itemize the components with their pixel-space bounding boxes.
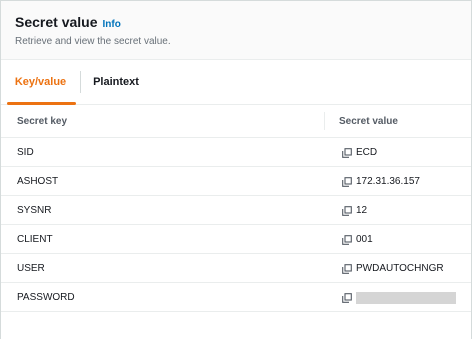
panel-title: Secret value: [15, 14, 98, 30]
secret-value-cell: ECD: [342, 138, 377, 167]
secret-value-text: 001: [356, 234, 373, 245]
copy-icon[interactable]: [342, 176, 352, 187]
secret-key-cell: CLIENT: [17, 234, 53, 245]
secret-value-cell: [342, 283, 456, 312]
secret-value-cell: 001: [342, 225, 373, 254]
table-row: USER PWDAUTOCHNGR: [1, 254, 471, 283]
table-header: Secret key Secret value: [1, 105, 471, 138]
copy-icon[interactable]: [342, 234, 352, 245]
secret-key-cell: SID: [17, 147, 34, 158]
secret-key-cell: PASSWORD: [17, 292, 75, 303]
tab-key-value[interactable]: Key/value: [1, 60, 80, 105]
copy-icon[interactable]: [342, 292, 352, 303]
tab-bar: Key/value Plaintext: [1, 60, 471, 105]
secret-value-text: 12: [356, 205, 368, 216]
secret-value-text: ECD: [356, 147, 378, 158]
column-header-secret-key: Secret key: [17, 116, 68, 127]
secret-value-cell: PWDAUTOCHNGR: [342, 254, 444, 283]
secret-value-text: 172.31.36.157: [356, 176, 420, 187]
copy-icon[interactable]: [342, 147, 352, 158]
secret-value-cell: 172.31.36.157: [342, 167, 420, 196]
title-row: Secret value Info: [15, 14, 471, 30]
secret-key-cell: USER: [17, 263, 45, 274]
tab-plaintext-label: Plaintext: [93, 76, 139, 88]
table-row: SYSNR 12: [1, 196, 471, 225]
secret-value-panel: Secret value Info Retrieve and view the …: [0, 0, 472, 339]
panel-header: Secret value Info Retrieve and view the …: [1, 1, 471, 60]
table-row: ASHOST 172.31.36.157: [1, 167, 471, 196]
table-row: CLIENT 001: [1, 225, 471, 254]
tab-key-value-label: Key/value: [14, 76, 67, 88]
table-row: SID ECD: [1, 138, 471, 167]
table-row: PASSWORD: [1, 283, 471, 312]
info-link[interactable]: Info: [103, 19, 121, 30]
tab-plaintext[interactable]: Plaintext: [81, 60, 151, 104]
secret-key-cell: ASHOST: [17, 176, 59, 187]
secret-value-text: PWDAUTOCHNGR: [356, 263, 444, 274]
panel-description: Retrieve and view the secret value.: [15, 36, 171, 47]
secret-key-cell: SYSNR: [17, 205, 52, 216]
masked-password-value: [356, 291, 456, 304]
copy-icon[interactable]: [342, 205, 352, 216]
column-header-secret-value: Secret value: [339, 116, 398, 127]
secret-value-cell: 12: [342, 196, 367, 225]
column-separator: [324, 112, 325, 130]
table-body: SID ECD ASHOST 172.31.36.157 SYSNR 12 CL…: [1, 138, 471, 312]
copy-icon[interactable]: [342, 263, 352, 274]
